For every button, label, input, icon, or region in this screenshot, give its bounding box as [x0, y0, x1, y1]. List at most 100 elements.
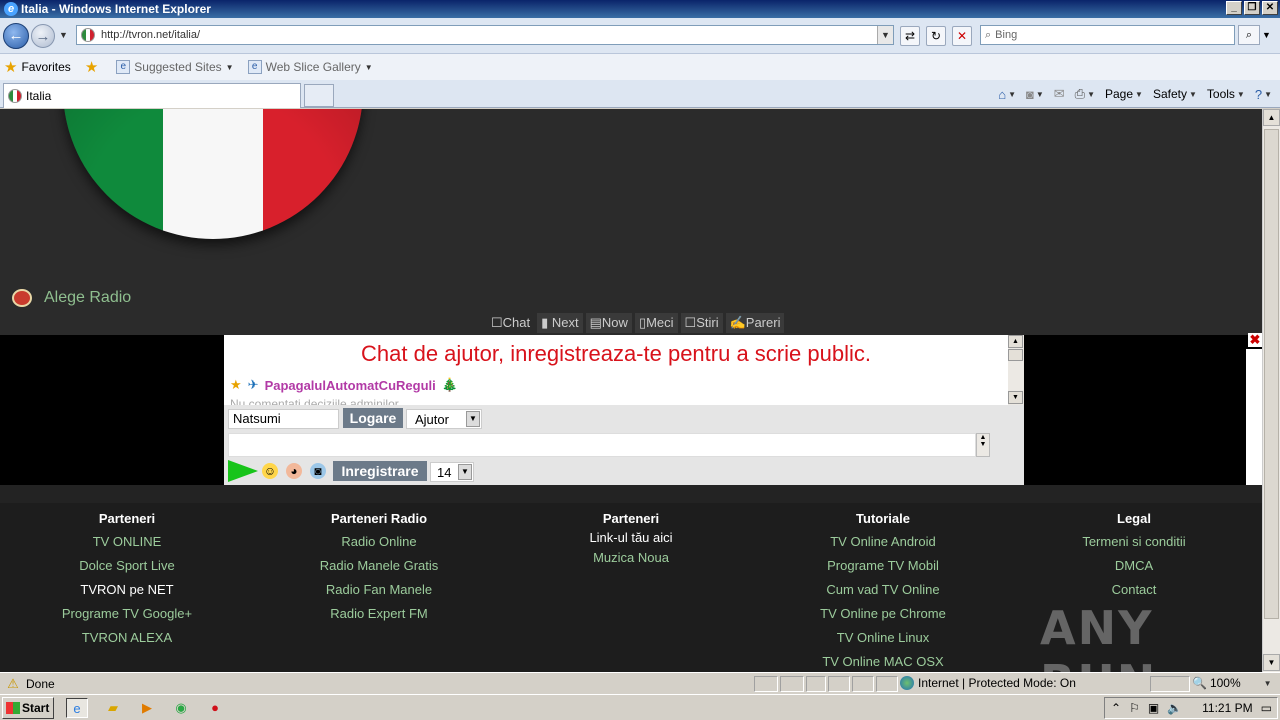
tools-menu[interactable]: Tools ▼	[1207, 87, 1245, 101]
scroll-thumb[interactable]	[1008, 349, 1023, 361]
start-button[interactable]: Start	[2, 697, 54, 719]
close-window-button[interactable]: ✕	[1262, 1, 1278, 15]
footer-link[interactable]: DMCA	[1009, 558, 1259, 582]
message-scroll[interactable]: ▲ ▼	[976, 433, 990, 457]
tab-now[interactable]: ▤Now	[585, 313, 632, 333]
footer-link[interactable]: Programe TV Mobil	[758, 558, 1008, 582]
tab-meci[interactable]: ▯Meci	[634, 313, 678, 333]
footer-link[interactable]: Radio Online	[254, 534, 504, 558]
home-button[interactable]: ⌂ ▼	[998, 87, 1016, 102]
text-style-icon[interactable]: ◙	[310, 463, 326, 479]
footer-link[interactable]: Radio Expert FM	[254, 606, 504, 630]
tab-chat[interactable]: ☐Chat	[487, 313, 534, 333]
footer-link[interactable]: TV Online MAC OSX	[758, 654, 1008, 672]
footer-link[interactable]: TV Online pe Chrome	[758, 606, 1008, 630]
compatibility-view-icon[interactable]: ⇄	[900, 26, 920, 46]
taskbar-chrome-icon[interactable]: ◉	[170, 698, 192, 718]
zoom-control[interactable]: 🔍 100% ▼	[1192, 676, 1272, 690]
footer-column-tutorials: Tutoriale TV Online Android Programe TV …	[758, 511, 1008, 672]
taskbar-ie-icon[interactable]: e	[66, 698, 88, 718]
page-scrollbar[interactable]: ▲ ▼	[1262, 109, 1280, 672]
taskbar-opera-icon[interactable]: ●	[204, 698, 226, 718]
font-size-select[interactable]: 14 ▼	[430, 462, 474, 482]
scroll-down-arrow[interactable]: ▼	[1008, 391, 1023, 404]
stop-icon[interactable]: ✕	[952, 26, 972, 46]
zoom-icon: 🔍	[1192, 676, 1207, 690]
restore-button[interactable]: ❐	[1244, 1, 1260, 15]
chat-controls: Natsumi Logare Ajutor ▼ ▲ ▼ ☺ ◕ ◙ Inregis…	[224, 405, 1024, 485]
footer-link[interactable]: Termeni si conditii	[1009, 534, 1259, 558]
taskbar-media-player-icon[interactable]: ▶	[136, 698, 158, 718]
tab-next[interactable]: ▮ Next	[537, 313, 583, 333]
message-input[interactable]	[228, 433, 976, 457]
forward-button[interactable]: →	[31, 24, 55, 48]
footer-link[interactable]: Radio Manele Gratis	[254, 558, 504, 582]
help-menu[interactable]: ? ▼	[1255, 87, 1272, 102]
new-tab-button[interactable]	[304, 84, 334, 107]
footer-link[interactable]: TV ONLINE	[2, 534, 252, 558]
scroll-up-arrow[interactable]: ▲	[1263, 109, 1280, 126]
register-button[interactable]: Inregistrare	[333, 461, 427, 481]
tray-expand-icon[interactable]: ⌃	[1111, 701, 1121, 715]
help-icon: ?	[1254, 86, 1263, 102]
close-chat-icon[interactable]: ✖	[1248, 333, 1262, 347]
login-button[interactable]: Logare	[343, 408, 403, 428]
footer-heading: Tutoriale	[856, 511, 910, 526]
volume-icon[interactable]: 🔈	[1167, 701, 1182, 715]
help-select[interactable]: Ajutor ▼	[406, 409, 482, 429]
footer-link[interactable]: TVRON pe NET	[2, 582, 252, 606]
chat-username[interactable]: PapagalulAutomatCuReguli	[265, 378, 436, 393]
scroll-down-arrow[interactable]: ▼	[1263, 654, 1280, 671]
refresh-icon[interactable]: ↻	[926, 26, 946, 46]
radio-link[interactable]: Alege Radio	[12, 289, 131, 307]
status-text: Done	[26, 676, 55, 691]
smiley-icon[interactable]: ☺	[262, 463, 278, 479]
show-desktop-icon[interactable]: ▭	[1261, 701, 1272, 715]
clock[interactable]: 11:21 PM	[1202, 701, 1252, 715]
status-bar: ⚠ Done Internet | Protected Mode: On 🔍 1…	[0, 672, 1280, 694]
search-button[interactable]: ⌕	[1238, 25, 1260, 45]
taskbar-explorer-icon[interactable]: ▰	[102, 698, 124, 718]
footer-link[interactable]: Cum vad TV Online	[758, 582, 1008, 606]
recent-pages-dropdown[interactable]: ▼	[59, 30, 68, 40]
print-button[interactable]: ⎙ ▼	[1075, 86, 1095, 102]
tab-stiri[interactable]: ☐Stiri	[680, 313, 723, 333]
page-menu[interactable]: Page ▼	[1105, 87, 1143, 101]
home-icon: ⌂	[998, 86, 1007, 102]
address-bar[interactable]: http://tvron.net/italia/ ▼	[76, 25, 894, 45]
protected-mode-toggle[interactable]	[1150, 676, 1190, 692]
address-dropdown[interactable]: ▼	[877, 26, 893, 44]
tab-pareri[interactable]: ✍Pareri	[725, 313, 785, 333]
feeds-button[interactable]: ◙ ▼	[1026, 87, 1044, 102]
tab-italia[interactable]: Italia	[3, 83, 301, 108]
chat-scrollbar[interactable]: ▲ ▼	[1008, 335, 1024, 405]
network-icon[interactable]: ▣	[1148, 701, 1159, 715]
suggested-sites-link[interactable]: e Suggested Sites ▼	[116, 60, 234, 74]
favorites-star-icon: ★	[4, 59, 18, 76]
nickname-input[interactable]: Natsumi	[228, 409, 339, 429]
mail-button[interactable]: ✉	[1054, 86, 1065, 102]
scroll-up-arrow[interactable]: ▲	[1008, 335, 1023, 348]
monkey-icon[interactable]: ◕	[286, 463, 302, 479]
footer-link[interactable]: Muzica Noua	[506, 550, 756, 574]
font-size-value: 14	[437, 465, 452, 480]
footer-link[interactable]: TV Online Linux	[758, 630, 1008, 654]
search-options-dropdown[interactable]: ▼	[1262, 30, 1271, 40]
safety-menu[interactable]: Safety ▼	[1153, 87, 1197, 101]
window-title: Italia - Windows Internet Explorer	[21, 2, 211, 16]
footer-link[interactable]: Dolce Sport Live	[2, 558, 252, 582]
favorites-button[interactable]: ★ Favorites	[4, 58, 71, 76]
footer-link[interactable]: Programe TV Google+	[2, 606, 252, 630]
web-slice-gallery-link[interactable]: e Web Slice Gallery ▼	[247, 60, 373, 74]
minimize-button[interactable]: _	[1226, 1, 1242, 15]
search-input[interactable]: ⌕ Bing	[980, 25, 1235, 45]
scroll-thumb[interactable]	[1264, 129, 1279, 619]
footer-link[interactable]: TVRON ALEXA	[2, 630, 252, 654]
send-arrow-icon[interactable]	[228, 460, 258, 482]
footer-link[interactable]: TV Online Android	[758, 534, 1008, 558]
flag-icon[interactable]: ⚐	[1129, 701, 1140, 715]
security-zone[interactable]: Internet | Protected Mode: On	[900, 676, 1076, 690]
add-to-favorites-bar-button[interactable]: ★	[85, 58, 102, 76]
footer-link[interactable]: Radio Fan Manele	[254, 582, 504, 606]
back-button[interactable]: ←	[3, 23, 29, 49]
